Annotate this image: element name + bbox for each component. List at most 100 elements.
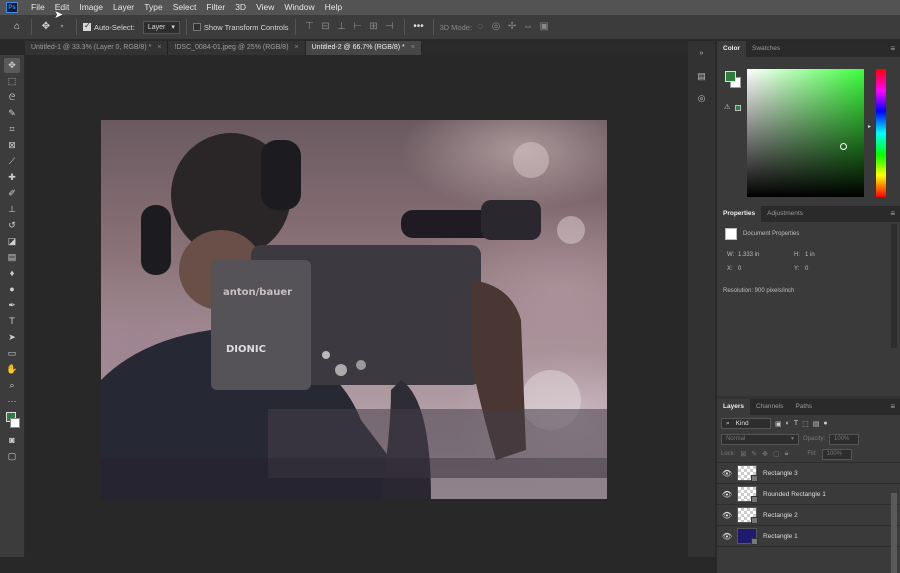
path-selection-tool-icon[interactable]: ➤ (4, 330, 20, 345)
panel-menu-icon[interactable]: ≡ (890, 44, 895, 53)
move-tool-icon[interactable]: ✥ (39, 20, 53, 34)
tab-untitled-2[interactable]: Untitled-2 @ 66.7% (RGB/8) * × (305, 41, 422, 55)
filter-toggle-icon[interactable]: ● (823, 420, 827, 427)
menu-filter[interactable]: Filter (201, 0, 230, 15)
frame-tool-icon[interactable]: ⊠ (4, 138, 20, 153)
pen-tool-icon[interactable]: ✒ (4, 298, 20, 313)
fill-field[interactable]: 100% (821, 448, 852, 460)
tab-swatches[interactable]: Swatches (745, 41, 787, 57)
scrollbar[interactable] (891, 493, 897, 573)
eraser-tool-icon[interactable]: ◪ (4, 234, 20, 249)
rectangle-tool-icon[interactable]: ▭ (4, 346, 20, 361)
screen-mode-icon[interactable]: ▢ (4, 449, 20, 464)
tab-dsc-0084[interactable]: !DSC_0084-01.jpeg @ 25% (RGB/8) × (168, 41, 306, 55)
y-value[interactable]: 0 (805, 266, 808, 272)
panel-menu-icon[interactable]: ≡ (890, 402, 895, 411)
layer-row-rectangle-3[interactable]: 👁︎ Rectangle 3 (717, 463, 900, 484)
height-value[interactable]: 1 in (805, 252, 815, 258)
hand-tool-icon[interactable]: ✋ (4, 362, 20, 377)
tab-layers[interactable]: Layers (717, 399, 750, 415)
quick-select-tool-icon[interactable]: ✎ (4, 106, 20, 121)
adjustment-filter-icon[interactable]: ◐ (786, 420, 790, 427)
eyedropper-tool-icon[interactable]: ⟋ (4, 154, 20, 169)
brush-tool-icon[interactable]: ✐ (4, 186, 20, 201)
home-icon[interactable]: ⌂ (10, 20, 24, 34)
align-bottom-icon[interactable]: ⊥ (335, 20, 349, 34)
blur-tool-icon[interactable]: ♦ (4, 266, 20, 281)
eye-icon[interactable]: 👁︎ (717, 511, 737, 520)
scrollbar[interactable] (891, 224, 897, 348)
menu-type[interactable]: Type (139, 0, 167, 15)
lock-pixels-icon[interactable]: ✎ (751, 450, 757, 458)
tab-adjustments[interactable]: Adjustments (761, 206, 809, 222)
web-safe-swatch[interactable] (735, 105, 741, 111)
show-transform-checkbox[interactable] (192, 23, 201, 31)
more-tools-icon[interactable]: ··· (4, 394, 20, 409)
move-tool-icon[interactable]: ✥ (4, 58, 20, 73)
rounded-rectangle-1-shape[interactable] (101, 458, 607, 499)
3d-slide-icon[interactable]: ⇔ (521, 20, 535, 34)
menu-select[interactable]: Select (168, 0, 202, 15)
foreground-color-swatch[interactable] (725, 71, 736, 82)
lock-transparent-icon[interactable]: ⊠ (740, 450, 746, 458)
width-value[interactable]: 1.333 in (738, 252, 759, 258)
x-value[interactable]: 0 (738, 266, 741, 272)
3d-orbit-icon[interactable]: ◌ (473, 20, 487, 34)
menu-file[interactable]: File (26, 0, 50, 15)
menu-image[interactable]: Image (74, 0, 108, 15)
3d-roll-icon[interactable]: ◎ (489, 20, 503, 34)
3d-pan-icon[interactable]: ✢ (505, 20, 519, 34)
close-icon[interactable]: × (411, 44, 415, 51)
brush-presets-icon[interactable]: ◎ (695, 91, 709, 105)
lock-position-icon[interactable]: ✥ (762, 450, 768, 458)
eye-icon[interactable]: 👁︎ (717, 532, 737, 541)
tab-channels[interactable]: Channels (749, 399, 790, 415)
kind-filter-dropdown[interactable]: ⌕ Kind (721, 418, 771, 429)
tab-paths[interactable]: Paths (789, 399, 819, 415)
zoom-tool-icon[interactable]: ⌕ (4, 378, 20, 393)
tab-properties[interactable]: Properties (717, 206, 762, 222)
close-icon[interactable]: × (157, 44, 161, 51)
menu-window[interactable]: Window (279, 0, 319, 15)
crop-tool-icon[interactable]: ⌗ (4, 122, 20, 137)
layer-row-rounded-rectangle-1[interactable]: 👁︎ Rounded Rectangle 1 (717, 484, 900, 505)
opacity-field[interactable]: 100% (829, 433, 860, 445)
auto-select-checkbox[interactable] (83, 21, 91, 31)
history-brush-tool-icon[interactable]: ↺ (4, 218, 20, 233)
align-right-icon[interactable]: ⊣ (383, 20, 397, 34)
layer-row-rectangle-1[interactable]: 👁︎ Rectangle 1 (717, 526, 900, 547)
layer-row-rectangle-2[interactable]: 👁︎ Rectangle 2 (717, 505, 900, 526)
lasso-tool-icon[interactable]: ᘓ (4, 90, 20, 105)
background-color-swatch[interactable] (10, 418, 20, 428)
color-swatches[interactable] (4, 410, 20, 432)
shape-filter-icon[interactable]: ⬚ (802, 420, 809, 428)
align-center-icon[interactable]: ⊞ (367, 20, 381, 34)
quick-mask-icon[interactable]: ◙ (4, 433, 20, 448)
menu-layer[interactable]: Layer (108, 0, 139, 15)
more-options-icon[interactable]: ••• (412, 20, 426, 34)
menu-help[interactable]: Help (320, 0, 347, 15)
align-middle-icon[interactable]: ⊟ (319, 20, 333, 34)
hue-slider-marker[interactable]: ▸ (868, 123, 871, 130)
clone-stamp-tool-icon[interactable]: ⊥ (4, 202, 20, 217)
marquee-tool-icon[interactable]: ⬚ (4, 74, 20, 89)
eye-icon[interactable]: 👁︎ (717, 490, 737, 499)
pixel-filter-icon[interactable]: ▣ (775, 420, 782, 428)
document-canvas[interactable]: anton/bauer DIONIC (101, 120, 607, 499)
color-picker-cursor[interactable] (840, 143, 847, 150)
tab-untitled-1[interactable]: Untitled-1 @ 33.3% (Layer 0, RGB/8) * × (25, 41, 169, 55)
hue-slider[interactable] (876, 69, 886, 197)
panel-menu-icon[interactable]: ≡ (890, 209, 895, 218)
blend-mode-dropdown[interactable]: Normal ▾ (721, 433, 799, 445)
3d-scale-icon[interactable]: ▣ (537, 20, 551, 34)
menu-view[interactable]: View (251, 0, 279, 15)
lock-artboard-icon[interactable]: ▢ (773, 450, 780, 458)
menu-3d[interactable]: 3D (230, 0, 251, 15)
close-icon[interactable]: × (295, 44, 299, 51)
type-tool-icon[interactable]: T (4, 314, 20, 329)
history-icon[interactable]: ▤ (695, 69, 709, 83)
lock-all-icon[interactable]: 🔒︎ (785, 450, 789, 458)
color-field[interactable] (747, 69, 864, 197)
type-filter-icon[interactable]: T (794, 420, 798, 427)
eye-icon[interactable]: 👁︎ (717, 469, 737, 478)
